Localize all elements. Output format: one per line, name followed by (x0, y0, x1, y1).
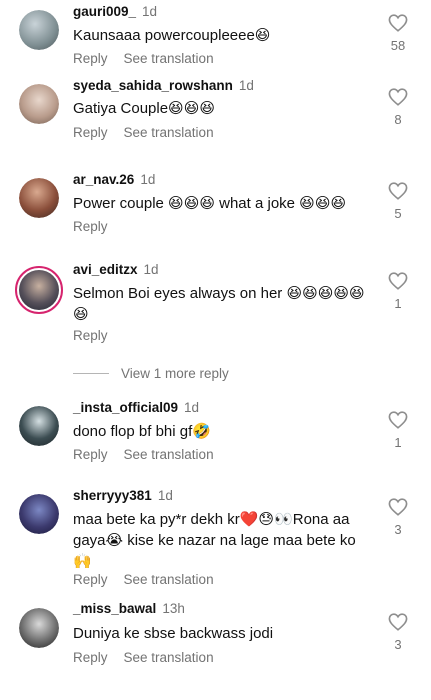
like-group: 1 (385, 272, 411, 311)
like-count: 1 (394, 296, 402, 311)
heart-outline-icon[interactable] (388, 411, 408, 429)
comment-item: gauri009_ 1d Kaunsaaa powercoupleeee😆 Rep… (0, 0, 431, 80)
like-count: 58 (390, 38, 406, 53)
reply-button[interactable]: Reply (73, 650, 108, 665)
see-translation-button[interactable]: See translation (124, 650, 214, 665)
like-group: 1 (385, 411, 411, 450)
timestamp: 1d (184, 400, 200, 415)
comment-text: Kaunsaaa powercoupleeee😆 (73, 27, 271, 44)
view-more-replies-label: View 1 more reply (121, 366, 229, 381)
username[interactable]: gauri009_ (73, 4, 136, 19)
avatar[interactable] (19, 494, 59, 534)
username[interactable]: ar_nav.26 (73, 172, 134, 187)
reply-button[interactable]: Reply (73, 447, 108, 462)
like-group: 58 (385, 14, 411, 53)
avatar[interactable] (19, 406, 59, 446)
timestamp: 1d (143, 262, 159, 277)
like-group: 5 (385, 182, 411, 221)
view-more-replies-button[interactable]: View 1 more reply (73, 366, 229, 381)
comment-text: Power couple 😆😆😆 what a joke 😆😆😆 (73, 195, 347, 212)
like-count: 1 (394, 435, 402, 450)
like-group: 8 (385, 88, 411, 127)
timestamp: 13h (162, 601, 185, 616)
heart-outline-icon[interactable] (388, 613, 408, 631)
like-group: 3 (385, 498, 411, 537)
avatar[interactable] (15, 266, 63, 314)
username[interactable]: _miss_bawal (73, 601, 156, 616)
like-count: 5 (394, 206, 402, 221)
timestamp: 1d (142, 4, 158, 19)
like-count: 8 (394, 112, 402, 127)
timestamp: 1d (238, 78, 254, 93)
see-translation-button[interactable]: See translation (124, 572, 214, 587)
comment-item: ar_nav.26 1d Power couple 😆😆😆 what a joke… (0, 170, 431, 240)
username[interactable]: syeda_sahida_rowshann (73, 78, 233, 93)
reply-button[interactable]: Reply (73, 51, 108, 66)
comment-text: Gatiya Couple😆😆😆 (73, 100, 215, 117)
username[interactable]: sherryyy381 (73, 488, 152, 503)
username[interactable]: avi_editzx (73, 262, 138, 277)
comment-item: _insta_official09 1d dono flop bf bhi gf🤣… (0, 398, 431, 468)
reply-button[interactable]: Reply (73, 572, 108, 587)
reply-button[interactable]: Reply (73, 219, 108, 234)
comment-text: maa bete ka py*r dekh kr❤️😓👀Rona aa gaya… (73, 511, 356, 570)
comment-item: sherryyy381 1d maa bete ka py*r dekh kr❤️… (0, 486, 431, 596)
heart-outline-icon[interactable] (388, 182, 408, 200)
divider (73, 373, 109, 374)
like-count: 3 (394, 522, 402, 537)
see-translation-button[interactable]: See translation (124, 447, 214, 462)
heart-outline-icon[interactable] (388, 88, 408, 106)
see-translation-button[interactable]: See translation (124, 51, 214, 66)
timestamp: 1d (140, 172, 156, 187)
like-count: 3 (394, 637, 402, 652)
avatar[interactable] (19, 10, 59, 50)
avatar[interactable] (19, 178, 59, 218)
reply-button[interactable]: Reply (73, 125, 108, 140)
like-group: 3 (385, 613, 411, 652)
heart-outline-icon[interactable] (388, 14, 408, 32)
comment-text: Duniya ke sbse backwass jodi (73, 625, 274, 642)
username[interactable]: _insta_official09 (73, 400, 178, 415)
comment-item: _miss_bawal 13h Duniya ke sbse backwass j… (0, 600, 431, 680)
comment-item: avi_editzx 1d Selmon Boi eyes always on h… (0, 260, 431, 350)
timestamp: 1d (157, 488, 173, 503)
comment-text: Selmon Boi eyes always on her 😆😆😆😆😆😆 (73, 285, 365, 323)
reply-button[interactable]: Reply (73, 328, 108, 343)
comment-item: syeda_sahida_rowshann 1d Gatiya Couple😆😆😆… (0, 76, 431, 156)
avatar[interactable] (19, 608, 59, 648)
comment-text: dono flop bf bhi gf🤣 (73, 423, 211, 440)
heart-outline-icon[interactable] (388, 272, 408, 290)
heart-outline-icon[interactable] (388, 498, 408, 516)
avatar[interactable] (19, 84, 59, 124)
see-translation-button[interactable]: See translation (124, 125, 214, 140)
